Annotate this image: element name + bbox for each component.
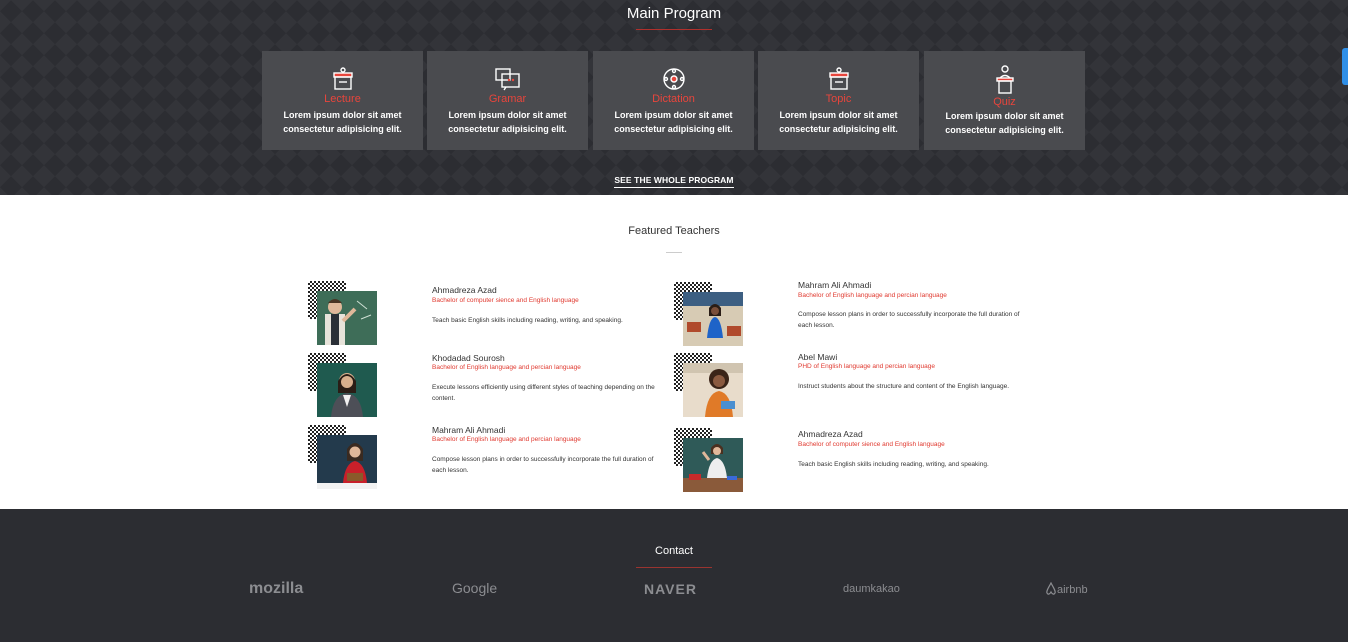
program-title: Main Program — [626, 5, 722, 22]
teacher-description: Compose lesson plans in order to success… — [798, 311, 1020, 329]
teacher-photo — [683, 438, 743, 492]
card-label: Dictation — [652, 93, 695, 105]
teacher-description: Execute lessons efficiently using differ… — [432, 384, 655, 402]
teacher-photo — [317, 291, 377, 345]
card-description: Lorem ipsum dolor sit amet consectetur ad… — [945, 111, 1064, 135]
teacher-degree: Bachelor of computer sience and English … — [432, 297, 579, 304]
teacher-description: Instruct students about the structure an… — [798, 383, 1010, 390]
gear-network-icon — [593, 67, 754, 93]
airbnb-icon — [1046, 581, 1056, 595]
partner-logo-naver[interactable]: NAVER — [644, 581, 697, 597]
partner-logo-google[interactable]: Google — [452, 580, 497, 596]
card-description: Lorem ipsum dolor sit amet consectetur ad… — [283, 110, 402, 134]
teacher-photo — [683, 363, 743, 417]
partner-logo-daumkakao[interactable]: daumkakao — [843, 583, 900, 595]
teacher-degree: PHD of English language and percian lang… — [798, 363, 935, 370]
program-card-lecture[interactable]: Lecture Lorem ipsum dolor sit amet consec… — [262, 51, 423, 150]
contact-footer: Contact mozilla Google NAVER daumkakao a… — [0, 509, 1348, 642]
presentation-board-icon — [262, 67, 423, 93]
teacher-description: Teach basic English skills including rea… — [798, 461, 989, 468]
teacher-name: Mahram Ali Ahmadi — [798, 280, 872, 290]
program-card-topic[interactable]: Topic Lorem ipsum dolor sit amet consecte… — [758, 51, 919, 150]
scroll-indicator-tab[interactable] — [1342, 48, 1348, 85]
title-divider — [636, 567, 712, 568]
teacher-degree: Bachelor of computer sience and English … — [798, 441, 945, 448]
see-whole-program-container: SEE THE WHOLE PROGRAM — [0, 170, 1348, 188]
teacher-degree: Bachelor of English language and percian… — [798, 292, 947, 299]
teacher-photo — [317, 363, 377, 417]
teacher-degree: Bachelor of English language and percian… — [432, 364, 581, 371]
card-description: Lorem ipsum dolor sit amet consectetur ad… — [448, 110, 567, 134]
teacher-name: Khodadad Sourosh — [432, 353, 505, 363]
program-card-quiz[interactable]: Quiz Lorem ipsum dolor sit amet consectet… — [924, 51, 1085, 150]
featured-teachers-title: Featured Teachers — [628, 225, 720, 237]
title-divider — [666, 252, 682, 253]
contact-title: Contact — [655, 545, 693, 557]
presentation-board-icon — [758, 67, 919, 93]
card-description: Lorem ipsum dolor sit amet consectetur ad… — [779, 110, 898, 134]
teacher-photo — [317, 435, 377, 489]
teacher-degree: Bachelor of English language and percian… — [432, 436, 581, 443]
card-description: Lorem ipsum dolor sit amet consectetur ad… — [614, 110, 733, 134]
partner-logo-airbnb[interactable]: airbnb — [1045, 581, 1088, 596]
program-card-gramar[interactable]: Gramar Lorem ipsum dolor sit amet consect… — [427, 51, 588, 150]
main-program-section: Main Program Lecture Lorem ipsum dolor s… — [0, 0, 1348, 195]
teacher-name: Abel Mawi — [798, 352, 838, 362]
teacher-description: Teach basic English skills including rea… — [432, 317, 623, 324]
see-whole-program-link[interactable]: SEE THE WHOLE PROGRAM — [614, 175, 734, 188]
teacher-name: Mahram Ali Ahmadi — [432, 425, 506, 435]
card-label: Topic — [825, 93, 852, 105]
card-label: Gramar — [488, 93, 527, 105]
title-divider — [636, 29, 712, 30]
speaker-podium-icon — [924, 65, 1085, 95]
partner-logo-mozilla[interactable]: mozilla — [249, 580, 303, 598]
teacher-description: Compose lesson plans in order to success… — [432, 456, 654, 474]
teacher-photo — [683, 292, 743, 346]
program-card-dictation[interactable]: Dictation Lorem ipsum dolor sit amet cons… — [593, 51, 754, 150]
teacher-name: Ahmadreza Azad — [798, 429, 863, 439]
chat-screen-icon — [427, 67, 588, 93]
teacher-name: Ahmadreza Azad — [432, 285, 497, 295]
card-label: Quiz — [993, 96, 1016, 108]
card-label: Lecture — [324, 93, 361, 105]
